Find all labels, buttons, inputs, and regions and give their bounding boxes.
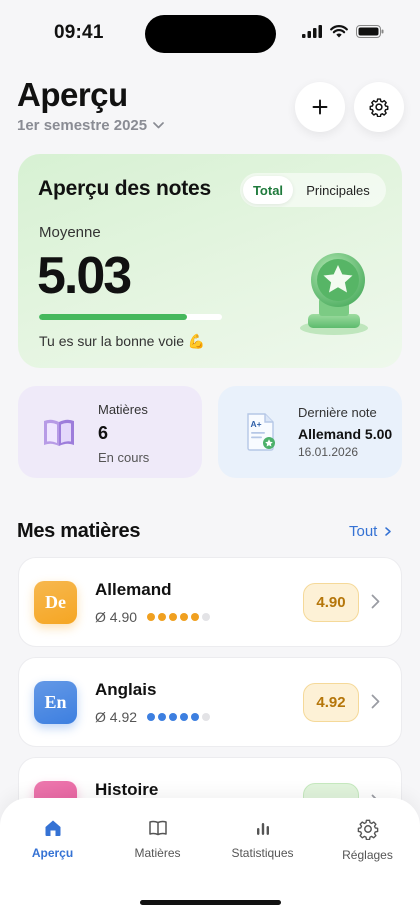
encouragement-message: Tu es sur la bonne voie 💪 (39, 333, 206, 349)
subject-row[interactable]: En Anglais Ø 4.92 4.92 (18, 657, 402, 747)
rating-dots (147, 613, 211, 621)
chevron-right-icon (385, 527, 392, 536)
see-all-link[interactable]: Tout (349, 523, 392, 540)
chevron-down-icon (153, 122, 164, 129)
subjects-label: Matières (98, 402, 148, 417)
average-progress-fill (39, 314, 188, 320)
rating-dot (169, 713, 178, 721)
semester-selector[interactable]: 1er semestre 2025 (17, 117, 164, 134)
subject-average: Ø 4.90 (95, 609, 211, 625)
subject-name: Allemand (95, 580, 172, 599)
home-indicator (140, 900, 281, 905)
subject-abbr: En (44, 692, 67, 712)
plus-icon (312, 99, 328, 115)
tab-reglages[interactable]: Réglages (315, 818, 420, 862)
grade-document-icon: A+ (247, 413, 275, 451)
rating-dot (158, 613, 167, 621)
battery-icon (356, 25, 384, 38)
svg-text:A+: A+ (251, 419, 262, 429)
rating-dot (191, 713, 200, 721)
subject-chevron (371, 594, 380, 614)
bar-chart-icon (256, 823, 269, 835)
gear-icon (357, 819, 378, 840)
dynamic-island (145, 15, 276, 53)
average-label: Moyenne (39, 224, 101, 241)
subject-badge: En (34, 681, 77, 724)
rating-dot (202, 713, 211, 721)
tab-label: Réglages (342, 848, 393, 862)
tab-matieres[interactable]: Matières (105, 818, 210, 860)
gear-icon (369, 98, 389, 117)
subject-row[interactable]: De Allemand Ø 4.90 4.90 (18, 557, 402, 647)
last-grade-card[interactable]: A+ Dernière note Allemand 5.00 16.01.202… (218, 386, 402, 478)
status-bar: 09:41 (0, 0, 420, 66)
cellular-signal-icon (302, 25, 322, 38)
chevron-right-icon (371, 694, 380, 709)
status-icons (302, 25, 384, 38)
overview-title: Aperçu des notes (38, 177, 212, 200)
tab-principales[interactable]: Principales (293, 176, 383, 204)
tab-label: Matières (134, 846, 181, 860)
rating-dot (180, 713, 189, 721)
subject-grade: 4.90 (316, 594, 346, 611)
tab-label: Aperçu (31, 846, 74, 860)
subject-average: Ø 4.92 (95, 709, 211, 725)
subject-abbr: De (45, 592, 66, 612)
page-title: Aperçu (17, 76, 128, 113)
subject-grade: 4.92 (316, 694, 346, 711)
tab-bar: Aperçu Matières Statistiques Réglages (0, 798, 420, 913)
last-grade-label: Dernière note (298, 405, 377, 420)
last-grade-value: Allemand 5.00 (298, 426, 393, 442)
tab-apercu[interactable]: Aperçu (0, 818, 105, 860)
see-all-label: Tout (349, 523, 378, 540)
home-icon (45, 820, 60, 836)
settings-button[interactable] (354, 82, 404, 132)
subject-grade-pill: 4.90 (303, 583, 359, 622)
overview-segmented-control: Total Principales (240, 173, 386, 207)
last-grade-date: 16.01.2026 (298, 445, 359, 459)
grades-overview-card: Aperçu des notes Total Principales Moyen… (18, 154, 402, 368)
subject-badge: De (34, 581, 77, 624)
section-title: Mes matières (17, 520, 141, 542)
add-button[interactable] (295, 82, 345, 132)
subject-average-value: Ø 4.90 (95, 609, 138, 625)
rating-dot (191, 613, 200, 621)
tab-total[interactable]: Total (243, 176, 293, 204)
subject-name: Histoire (95, 780, 159, 799)
average-value: 5.03 (37, 247, 132, 305)
wifi-icon (330, 25, 348, 38)
tab-label: Statistiques (231, 846, 294, 860)
rating-dot (202, 613, 211, 621)
rating-dots (147, 713, 211, 721)
subject-average-value: Ø 4.92 (95, 709, 138, 725)
subjects-count: 6 (98, 423, 109, 443)
open-book-icon (44, 419, 74, 446)
rating-dot (180, 613, 189, 621)
rating-dot (169, 613, 178, 621)
subjects-count-card[interactable]: Matières 6 En cours (18, 386, 202, 478)
average-progress-bar (39, 314, 222, 320)
subject-chevron (371, 694, 380, 714)
tab-statistiques[interactable]: Statistiques (210, 818, 315, 860)
subjects-status: En cours (98, 450, 150, 465)
status-time: 09:41 (54, 22, 104, 43)
book-icon (148, 820, 167, 836)
rating-dot (147, 713, 156, 721)
rating-dot (147, 613, 156, 621)
subject-grade-pill: 4.92 (303, 683, 359, 722)
trophy-star-icon (300, 253, 368, 335)
rating-dot (158, 713, 167, 721)
semester-label: 1er semestre 2025 (17, 117, 148, 134)
subject-name: Anglais (95, 680, 157, 699)
chevron-right-icon (371, 594, 380, 609)
